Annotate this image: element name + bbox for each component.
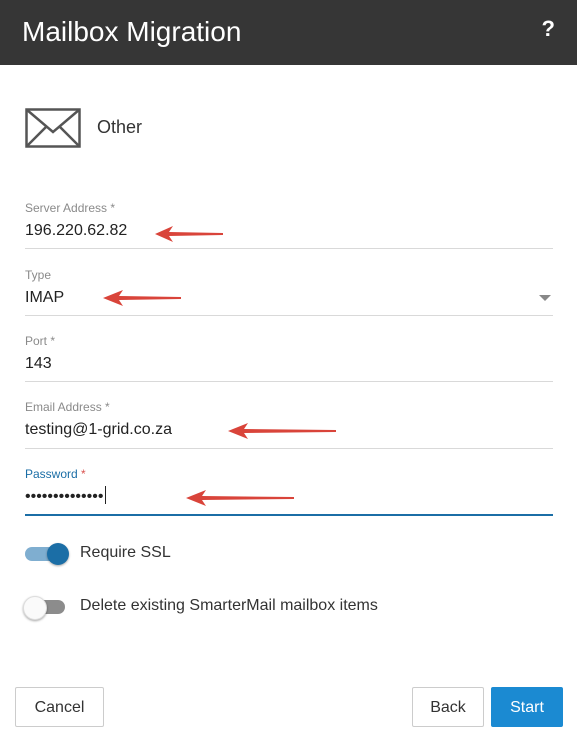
required-mark: *	[110, 201, 116, 215]
password-label: Password	[25, 467, 78, 481]
text-caret	[105, 486, 107, 504]
delete-existing-toggle[interactable]	[23, 596, 67, 620]
type-label: Type	[25, 268, 52, 282]
cancel-button[interactable]: Cancel	[15, 687, 104, 727]
annotation-arrow-icon	[186, 490, 294, 506]
delete-existing-row: Delete existing SmarterMail mailbox item…	[23, 595, 505, 620]
require-ssl-toggle[interactable]	[25, 543, 69, 565]
delete-existing-label: Delete existing SmarterMail mailbox item…	[80, 597, 378, 614]
port-field[interactable]: Port * 143	[25, 333, 553, 382]
server-address-field[interactable]: Server Address * 196.220.62.82	[25, 200, 553, 249]
help-button[interactable]: ?	[542, 14, 555, 44]
envelope-icon	[25, 108, 81, 148]
start-button[interactable]: Start	[491, 687, 563, 727]
require-ssl-row: Require SSL	[25, 542, 325, 566]
toggle-knob	[47, 543, 69, 565]
required-mark: *	[81, 467, 86, 481]
field-underline	[25, 448, 553, 449]
dialog-title: Mailbox Migration	[22, 16, 242, 47]
annotation-arrow-icon	[103, 290, 181, 306]
field-underline-focused	[25, 514, 553, 516]
provider-label: Other	[97, 117, 143, 137]
annotation-arrow-icon	[228, 423, 336, 439]
field-underline	[25, 315, 553, 316]
dialog-header: Mailbox Migration ?	[0, 0, 577, 65]
field-underline	[25, 248, 553, 249]
server-address-label: Server Address	[25, 201, 108, 215]
required-mark: *	[105, 400, 110, 414]
email-address-label: Email Address	[25, 400, 102, 414]
field-underline	[25, 381, 553, 382]
required-mark: *	[50, 334, 56, 348]
chevron-down-icon[interactable]	[539, 295, 551, 301]
port-label: Port	[25, 334, 48, 348]
require-ssl-label: Require SSL	[80, 544, 171, 561]
toggle-knob	[23, 596, 47, 620]
server-address-input[interactable]: 196.220.62.82	[25, 220, 553, 242]
back-button[interactable]: Back	[412, 687, 484, 727]
password-input[interactable]: ••••••••••••••	[25, 488, 103, 505]
annotation-arrow-icon	[155, 226, 223, 242]
port-input[interactable]: 143	[25, 353, 553, 375]
